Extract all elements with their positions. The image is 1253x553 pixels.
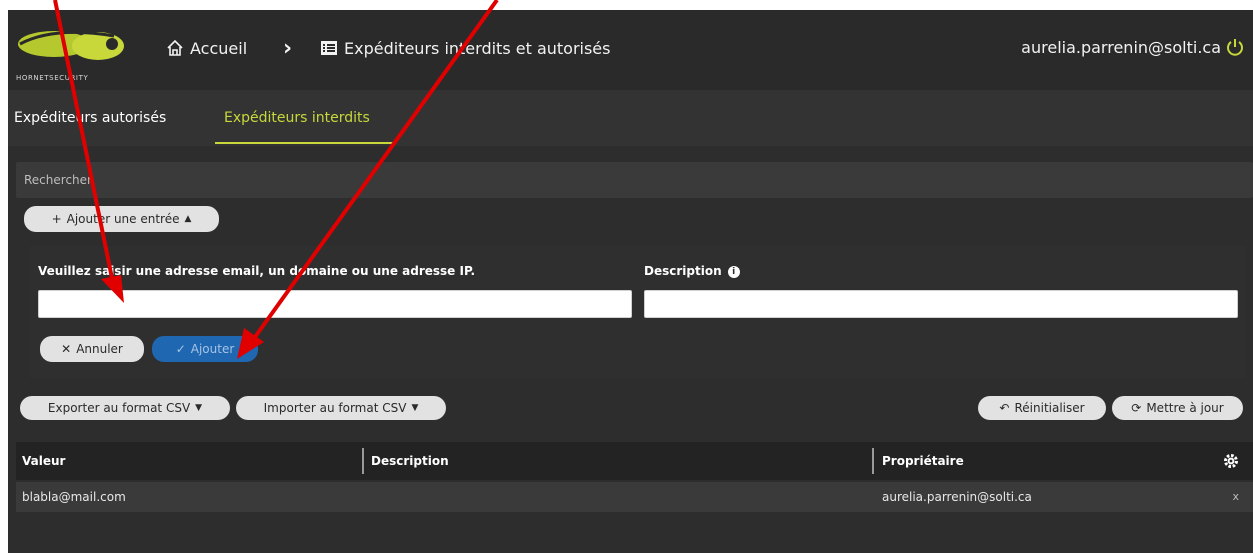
power-icon[interactable] — [1225, 37, 1245, 57]
export-csv-label: Exporter au format CSV — [47, 401, 191, 415]
caret-down-icon: ▼ — [411, 403, 419, 413]
export-csv-button[interactable]: Exporter au format CSV ▼ — [20, 396, 230, 420]
add-button[interactable]: ✓ Ajouter — [152, 336, 258, 362]
undo-icon: ↶ — [999, 401, 1010, 415]
add-button-label: Ajouter — [190, 342, 235, 356]
info-icon[interactable]: i — [727, 265, 740, 278]
address-field[interactable] — [38, 290, 632, 318]
table-header: Valeur Description Propriétaire — [16, 442, 1253, 480]
column-owner[interactable]: Propriétaire — [882, 454, 964, 468]
description-label-text: Description — [644, 264, 722, 278]
tab-bar: Expéditeurs autorisés Expéditeurs interd… — [8, 90, 1253, 146]
cancel-label: Annuler — [76, 342, 123, 356]
page-title: Expéditeurs interdits et autorisés — [344, 38, 611, 58]
header-bar: HORNETSECURITY Accueil › Expéditeurs int… — [8, 10, 1253, 90]
close-icon: ✕ — [61, 342, 72, 356]
breadcrumb-current: Expéditeurs interdits et autorisés — [320, 34, 610, 62]
caret-up-icon: ▲ — [184, 214, 192, 224]
check-icon: ✓ — [175, 342, 186, 356]
cancel-button[interactable]: ✕ Annuler — [40, 336, 144, 362]
delete-row-icon[interactable]: x — [1232, 490, 1239, 503]
hornetsecurity-logo[interactable]: HORNETSECURITY — [14, 18, 144, 82]
description-field[interactable] — [644, 290, 1238, 318]
column-divider[interactable] — [362, 448, 364, 474]
gear-icon[interactable] — [1223, 453, 1239, 469]
add-entry-form: Veuillez saisir une adresse email, un do… — [30, 246, 1246, 378]
column-description[interactable]: Description — [371, 454, 449, 468]
chevron-right-icon: › — [283, 35, 293, 61]
caret-down-icon: ▼ — [195, 403, 203, 413]
user-email[interactable]: aurelia.parrenin@solti.ca — [1021, 38, 1221, 57]
description-label: Description i — [644, 264, 740, 278]
search-bar — [16, 162, 1253, 198]
plus-icon: + — [51, 212, 62, 226]
address-label: Veuillez saisir une adresse email, un do… — [38, 264, 476, 278]
active-tab-indicator — [215, 142, 396, 144]
cell-value: blabla@mail.com — [22, 490, 126, 504]
home-icon — [167, 39, 183, 56]
import-csv-button[interactable]: Importer au format CSV ▼ — [236, 396, 446, 420]
search-input[interactable] — [16, 162, 1253, 198]
import-csv-label: Importer au format CSV — [263, 401, 407, 415]
column-value[interactable]: Valeur — [22, 454, 65, 468]
add-entry-button[interactable]: + Ajouter une entrée ▲ — [24, 206, 219, 232]
add-entry-label: Ajouter une entrée — [66, 212, 180, 226]
refresh-button[interactable]: ⟳ Mettre à jour — [1112, 396, 1243, 420]
breadcrumb-home[interactable]: Accueil — [166, 34, 247, 62]
app-window: HORNETSECURITY Accueil › Expéditeurs int… — [8, 10, 1253, 553]
refresh-label: Mettre à jour — [1146, 401, 1224, 415]
refresh-icon: ⟳ — [1131, 401, 1142, 415]
reset-label: Réinitialiser — [1014, 401, 1085, 415]
cell-owner: aurelia.parrenin@solti.ca — [882, 490, 1032, 504]
list-icon — [321, 41, 337, 55]
tab-allowed-senders[interactable]: Expéditeurs autorisés — [14, 110, 166, 126]
table-row[interactable]: blabla@mail.com aurelia.parrenin@solti.c… — [16, 482, 1253, 512]
tab-blocked-senders[interactable]: Expéditeurs interdits — [224, 110, 370, 126]
reset-button[interactable]: ↶ Réinitialiser — [978, 396, 1106, 420]
logo-text: HORNETSECURITY — [16, 74, 89, 82]
column-divider[interactable] — [872, 448, 874, 474]
breadcrumb-home-label: Accueil — [190, 38, 248, 58]
